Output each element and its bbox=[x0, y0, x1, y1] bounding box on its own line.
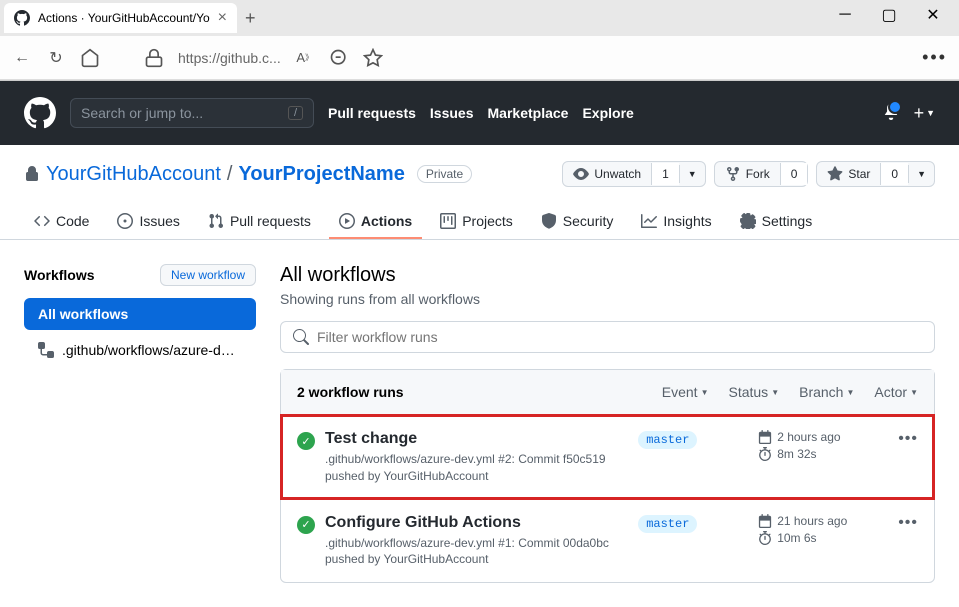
tab-insights[interactable]: Insights bbox=[631, 205, 721, 239]
sidebar-item-workflow[interactable]: .github/workflows/azure-dev.... bbox=[24, 334, 256, 366]
browser-tab[interactable]: Actions · YourGitHubAccount/Yo × bbox=[4, 3, 237, 33]
back-icon[interactable]: ← bbox=[12, 48, 32, 68]
tab-security[interactable]: Security bbox=[531, 205, 624, 239]
run-menu-icon[interactable]: ••• bbox=[898, 514, 918, 532]
run-row[interactable]: ✓ Test change .github/workflows/azure-de… bbox=[281, 415, 934, 499]
star-button[interactable]: Star 0 ▼ bbox=[816, 161, 935, 187]
minimize-button[interactable]: ─ bbox=[823, 0, 867, 30]
new-workflow-button[interactable]: New workflow bbox=[160, 264, 256, 286]
sidebar: Workflows New workflow All workflows .gi… bbox=[24, 264, 256, 583]
run-title: Test change bbox=[325, 430, 628, 448]
tab-issues[interactable]: Issues bbox=[107, 205, 189, 239]
page-subtitle: Showing runs from all workflows bbox=[280, 291, 935, 307]
tab-title: Actions · YourGitHubAccount/Yo bbox=[38, 11, 210, 25]
maximize-button[interactable]: ▢ bbox=[867, 0, 911, 30]
address-bar: ← ↻ https://github.c... A》 ••• bbox=[0, 36, 959, 80]
run-meta: .github/workflows/azure-dev.yml #1: Comm… bbox=[325, 535, 628, 569]
sidebar-heading: Workflows bbox=[24, 267, 95, 283]
unwatch-button[interactable]: Unwatch 1 ▼ bbox=[562, 161, 705, 187]
filter-status[interactable]: Status▼ bbox=[728, 384, 779, 400]
filter-field[interactable] bbox=[317, 329, 922, 345]
lock-icon bbox=[144, 48, 164, 68]
fork-button[interactable]: Fork 0 bbox=[714, 161, 809, 187]
notifications-icon[interactable] bbox=[882, 102, 900, 125]
search-placeholder: Search or jump to... bbox=[81, 105, 203, 121]
zoom-icon[interactable] bbox=[329, 48, 349, 68]
filter-input[interactable] bbox=[280, 321, 935, 353]
lock-icon bbox=[24, 166, 40, 182]
nav-issues[interactable]: Issues bbox=[430, 105, 474, 121]
github-icon bbox=[14, 10, 30, 26]
workflow-icon bbox=[38, 342, 54, 358]
new-tab-button[interactable]: + bbox=[237, 4, 264, 33]
repo-title: YourGitHubAccount / YourProjectName Priv… bbox=[24, 161, 935, 187]
content: Workflows New workflow All workflows .gi… bbox=[0, 240, 959, 607]
runs-list: 2 workflow runs Event▼ Status▼ Branch▼ A… bbox=[280, 369, 935, 583]
github-header: Search or jump to... / Pull requests Iss… bbox=[0, 81, 959, 145]
browser-chrome: Actions · YourGitHubAccount/Yo × + ─ ▢ ✕… bbox=[0, 0, 959, 81]
tab-bar: Actions · YourGitHubAccount/Yo × + ─ ▢ ✕ bbox=[0, 0, 959, 36]
visibility-badge: Private bbox=[417, 165, 472, 183]
url-text[interactable]: https://github.c... bbox=[178, 50, 281, 66]
filter-event[interactable]: Event▼ bbox=[662, 384, 709, 400]
more-icon[interactable]: ••• bbox=[922, 47, 947, 68]
sidebar-item-all[interactable]: All workflows bbox=[24, 298, 256, 330]
close-button[interactable]: ✕ bbox=[911, 0, 955, 30]
close-tab-icon[interactable]: × bbox=[218, 9, 227, 27]
tab-pull-requests[interactable]: Pull requests bbox=[198, 205, 321, 239]
calendar-icon bbox=[758, 514, 772, 528]
stopwatch-icon bbox=[758, 447, 772, 461]
calendar-icon bbox=[758, 430, 772, 444]
eye-icon bbox=[573, 166, 589, 182]
fork-icon bbox=[725, 166, 741, 182]
branch-badge[interactable]: master bbox=[638, 431, 697, 449]
repo-nav: Code Issues Pull requests Actions Projec… bbox=[0, 205, 959, 240]
nav-marketplace[interactable]: Marketplace bbox=[488, 105, 569, 121]
nav-pull-requests[interactable]: Pull requests bbox=[328, 105, 416, 121]
main: All workflows Showing runs from all work… bbox=[280, 264, 935, 583]
separator: / bbox=[227, 163, 233, 186]
repo-owner[interactable]: YourGitHubAccount bbox=[46, 163, 221, 186]
refresh-icon[interactable]: ↻ bbox=[46, 48, 66, 68]
runs-count: 2 workflow runs bbox=[297, 384, 404, 400]
slash-hint: / bbox=[288, 106, 303, 120]
nav-explore[interactable]: Explore bbox=[582, 105, 633, 121]
github-logo[interactable] bbox=[24, 97, 56, 129]
text-size-icon[interactable]: A》 bbox=[295, 48, 315, 68]
tab-settings[interactable]: Settings bbox=[730, 205, 823, 239]
branch-badge[interactable]: master bbox=[638, 515, 697, 533]
filter-actor[interactable]: Actor▼ bbox=[874, 384, 918, 400]
home-icon[interactable] bbox=[80, 48, 100, 68]
repo-header: YourGitHubAccount / YourProjectName Priv… bbox=[0, 145, 959, 187]
run-menu-icon[interactable]: ••• bbox=[898, 430, 918, 448]
success-icon: ✓ bbox=[297, 432, 315, 450]
filter-branch[interactable]: Branch▼ bbox=[799, 384, 854, 400]
search-icon bbox=[293, 329, 309, 345]
stopwatch-icon bbox=[758, 531, 772, 545]
runs-header: 2 workflow runs Event▼ Status▼ Branch▼ A… bbox=[281, 370, 934, 415]
run-timing: 2 hours ago 8m 32s bbox=[758, 430, 888, 464]
tab-code[interactable]: Code bbox=[24, 205, 99, 239]
favorite-icon[interactable] bbox=[363, 48, 383, 68]
search-input[interactable]: Search or jump to... / bbox=[70, 98, 314, 128]
page-title: All workflows bbox=[280, 264, 935, 287]
run-meta: .github/workflows/azure-dev.yml #2: Comm… bbox=[325, 451, 628, 485]
tab-projects[interactable]: Projects bbox=[430, 205, 523, 239]
star-icon bbox=[827, 166, 843, 182]
run-title: Configure GitHub Actions bbox=[325, 514, 628, 532]
repo-name[interactable]: YourProjectName bbox=[238, 163, 404, 186]
tab-actions[interactable]: Actions bbox=[329, 205, 422, 239]
run-row[interactable]: ✓ Configure GitHub Actions .github/workf… bbox=[281, 499, 934, 583]
add-dropdown[interactable]: +▼ bbox=[914, 103, 935, 124]
success-icon: ✓ bbox=[297, 516, 315, 534]
run-timing: 21 hours ago 10m 6s bbox=[758, 514, 888, 548]
